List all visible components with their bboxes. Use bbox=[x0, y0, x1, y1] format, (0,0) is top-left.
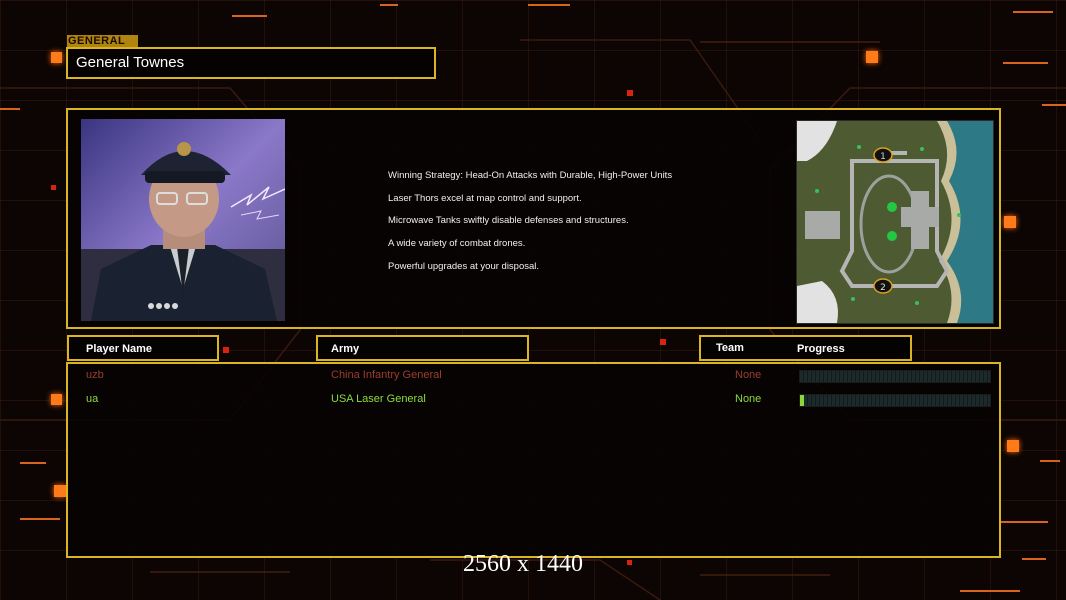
general-info-panel: Winning Strategy: Head-On Attacks with D… bbox=[66, 108, 1001, 329]
header-team-label: Team bbox=[716, 342, 744, 354]
general-section-label: GENERAL bbox=[67, 35, 138, 47]
general-name-title: General Townes bbox=[66, 47, 436, 79]
player-name: uzb bbox=[86, 369, 104, 381]
start-position-label: 1 bbox=[880, 152, 886, 162]
start-position-label: 2 bbox=[880, 283, 886, 293]
player-progress-fill bbox=[800, 395, 804, 406]
players-list: uzb China Infantry General None ua USA L… bbox=[66, 362, 1001, 558]
player-team: None bbox=[735, 369, 762, 381]
header-player-name: Player Name bbox=[67, 335, 219, 361]
player-progress-bar bbox=[799, 394, 991, 407]
minimap-preview: 1 2 bbox=[796, 120, 994, 324]
player-army: China Infantry General bbox=[331, 369, 442, 381]
player-progress-bar bbox=[799, 370, 991, 383]
header-army: Army bbox=[316, 335, 529, 361]
start-position-2: 2 bbox=[873, 278, 893, 294]
player-army: USA Laser General bbox=[331, 393, 426, 405]
minimap-image: 1 2 bbox=[797, 121, 993, 323]
player-name: ua bbox=[86, 393, 99, 405]
player-row: ua USA Laser General None bbox=[68, 391, 999, 409]
player-team: None bbox=[735, 393, 762, 405]
header-player-name-label: Player Name bbox=[86, 343, 153, 355]
strategy-line: Microwave Tanks swiftly disable defenses… bbox=[388, 215, 629, 227]
header-team-progress: Team Progress bbox=[699, 335, 912, 361]
strategy-line: Powerful upgrades at your disposal. bbox=[388, 260, 540, 272]
header-progress-label: Progress bbox=[797, 343, 845, 355]
strategy-line: Laser Thors excel at map control and sup… bbox=[388, 192, 582, 204]
header-army-label: Army bbox=[331, 343, 360, 355]
general-portrait-image bbox=[81, 119, 285, 321]
resolution-overlay-label: 2560 x 1440 bbox=[463, 551, 583, 577]
strategy-line: A wide variety of combat drones. bbox=[388, 238, 526, 250]
strategy-text: Winning Strategy: Head-On Attacks with D… bbox=[388, 168, 768, 281]
player-row: uzb China Infantry General None bbox=[68, 367, 999, 385]
strategy-headline: Winning Strategy: Head-On Attacks with D… bbox=[388, 170, 673, 181]
general-portrait bbox=[81, 119, 285, 321]
start-position-1: 1 bbox=[873, 147, 893, 163]
